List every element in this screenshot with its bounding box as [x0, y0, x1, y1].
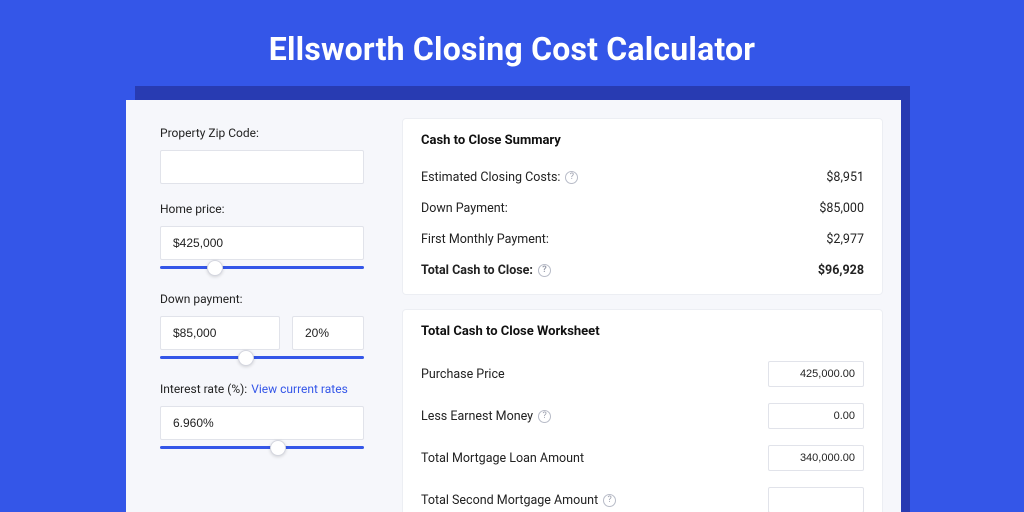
home-price-slider[interactable] [160, 264, 364, 278]
worksheet-row-second-mortgage: Total Second Mortgage Amount ? [421, 479, 864, 512]
page-title: Ellsworth Closing Cost Calculator [0, 0, 1024, 90]
home-price-label: Home price: [160, 202, 364, 216]
worksheet-label: Total Second Mortgage Amount [421, 493, 598, 508]
card-shadow-side [900, 86, 910, 512]
summary-total-value: $96,928 [818, 263, 864, 278]
slider-line [160, 356, 364, 359]
worksheet-input[interactable] [768, 403, 864, 429]
worksheet-input[interactable] [768, 487, 864, 512]
slider-thumb[interactable] [270, 440, 286, 456]
info-icon[interactable]: ? [603, 494, 616, 507]
worksheet-input[interactable] [768, 361, 864, 387]
worksheet-row-earnest: Less Earnest Money ? [421, 395, 864, 437]
summary-label: Estimated Closing Costs: [421, 170, 560, 185]
interest-rate-label: Interest rate (%): View current rates [160, 382, 364, 396]
interest-rate-slider[interactable] [160, 444, 364, 458]
summary-row-closing: Estimated Closing Costs: ? $8,951 [421, 162, 864, 193]
home-price-field: Home price: [160, 202, 364, 278]
zip-input[interactable] [160, 150, 364, 184]
worksheet-label: Less Earnest Money [421, 409, 533, 424]
summary-panel: Cash to Close Summary Estimated Closing … [402, 118, 883, 295]
info-icon[interactable]: ? [565, 171, 578, 184]
info-icon[interactable]: ? [538, 410, 551, 423]
worksheet-label: Total Mortgage Loan Amount [421, 451, 584, 466]
down-payment-pct-input[interactable] [292, 316, 364, 350]
summary-total-label: Total Cash to Close: [421, 263, 533, 278]
interest-rate-input[interactable] [160, 406, 364, 440]
info-icon[interactable]: ? [538, 264, 551, 277]
down-payment-input[interactable] [160, 316, 280, 350]
slider-thumb[interactable] [207, 260, 223, 276]
zip-label: Property Zip Code: [160, 126, 364, 140]
summary-value: $2,977 [826, 232, 864, 247]
summary-value: $8,951 [826, 170, 864, 185]
down-payment-slider[interactable] [160, 354, 364, 368]
slider-line [160, 446, 364, 449]
summary-row-first-month: First Monthly Payment: $2,977 [421, 224, 864, 255]
inputs-column: Property Zip Code: Home price: Down paym… [126, 100, 386, 512]
calculator-card: Property Zip Code: Home price: Down paym… [126, 100, 901, 512]
worksheet-row-mortgage: Total Mortgage Loan Amount [421, 437, 864, 479]
view-rates-link[interactable]: View current rates [251, 382, 348, 396]
zip-field: Property Zip Code: [160, 126, 364, 188]
summary-title: Cash to Close Summary [421, 133, 864, 148]
down-payment-field: Down payment: [160, 292, 364, 368]
results-column: Cash to Close Summary Estimated Closing … [386, 100, 901, 512]
summary-row-down: Down Payment: $85,000 [421, 193, 864, 224]
worksheet-panel: Total Cash to Close Worksheet Purchase P… [402, 309, 883, 512]
summary-label: Down Payment: [421, 201, 508, 216]
worksheet-input[interactable] [768, 445, 864, 471]
worksheet-row-purchase: Purchase Price [421, 353, 864, 395]
interest-rate-field: Interest rate (%): View current rates [160, 382, 364, 458]
worksheet-title: Total Cash to Close Worksheet [421, 324, 864, 339]
summary-value: $85,000 [819, 201, 864, 216]
home-price-input[interactable] [160, 226, 364, 260]
worksheet-label: Purchase Price [421, 367, 505, 382]
slider-line [160, 266, 364, 269]
summary-label: First Monthly Payment: [421, 232, 549, 247]
down-payment-label: Down payment: [160, 292, 364, 306]
summary-row-total: Total Cash to Close: ? $96,928 [421, 255, 864, 286]
card-shadow-top [135, 86, 910, 100]
interest-rate-label-text: Interest rate (%): [160, 382, 247, 396]
slider-thumb[interactable] [238, 350, 254, 366]
